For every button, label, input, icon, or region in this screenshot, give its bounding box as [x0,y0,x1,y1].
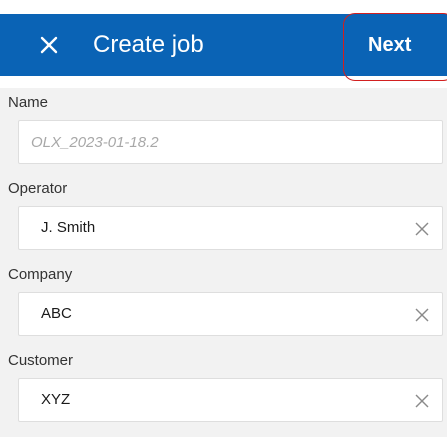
operator-input-box[interactable]: J. Smith [18,206,443,250]
clear-icon [415,222,429,236]
header-bar: Create job Next [0,14,447,76]
name-input[interactable] [19,121,442,163]
customer-value: XYZ [41,391,71,408]
close-icon [40,36,58,54]
name-label: Name [8,94,49,111]
company-value: ABC [41,305,72,322]
company-label: Company [8,266,73,283]
close-button[interactable] [34,28,64,62]
company-input-box[interactable]: ABC [18,292,443,336]
company-clear-button[interactable] [412,305,432,325]
customer-clear-button[interactable] [412,391,432,411]
operator-label: Operator [8,180,68,197]
name-input-box [18,120,443,164]
next-button[interactable]: Next [368,32,411,58]
customer-label: Customer [8,352,74,369]
clear-icon [415,394,429,408]
page-title: Create job [93,31,204,58]
header: Create job Next [0,0,447,88]
clear-icon [415,308,429,322]
operator-value: J. Smith [41,219,96,236]
operator-clear-button[interactable] [412,219,432,239]
create-job-screen: Create job Next Name Operator J. Smith [0,0,447,437]
customer-input-box[interactable]: XYZ [18,378,443,422]
